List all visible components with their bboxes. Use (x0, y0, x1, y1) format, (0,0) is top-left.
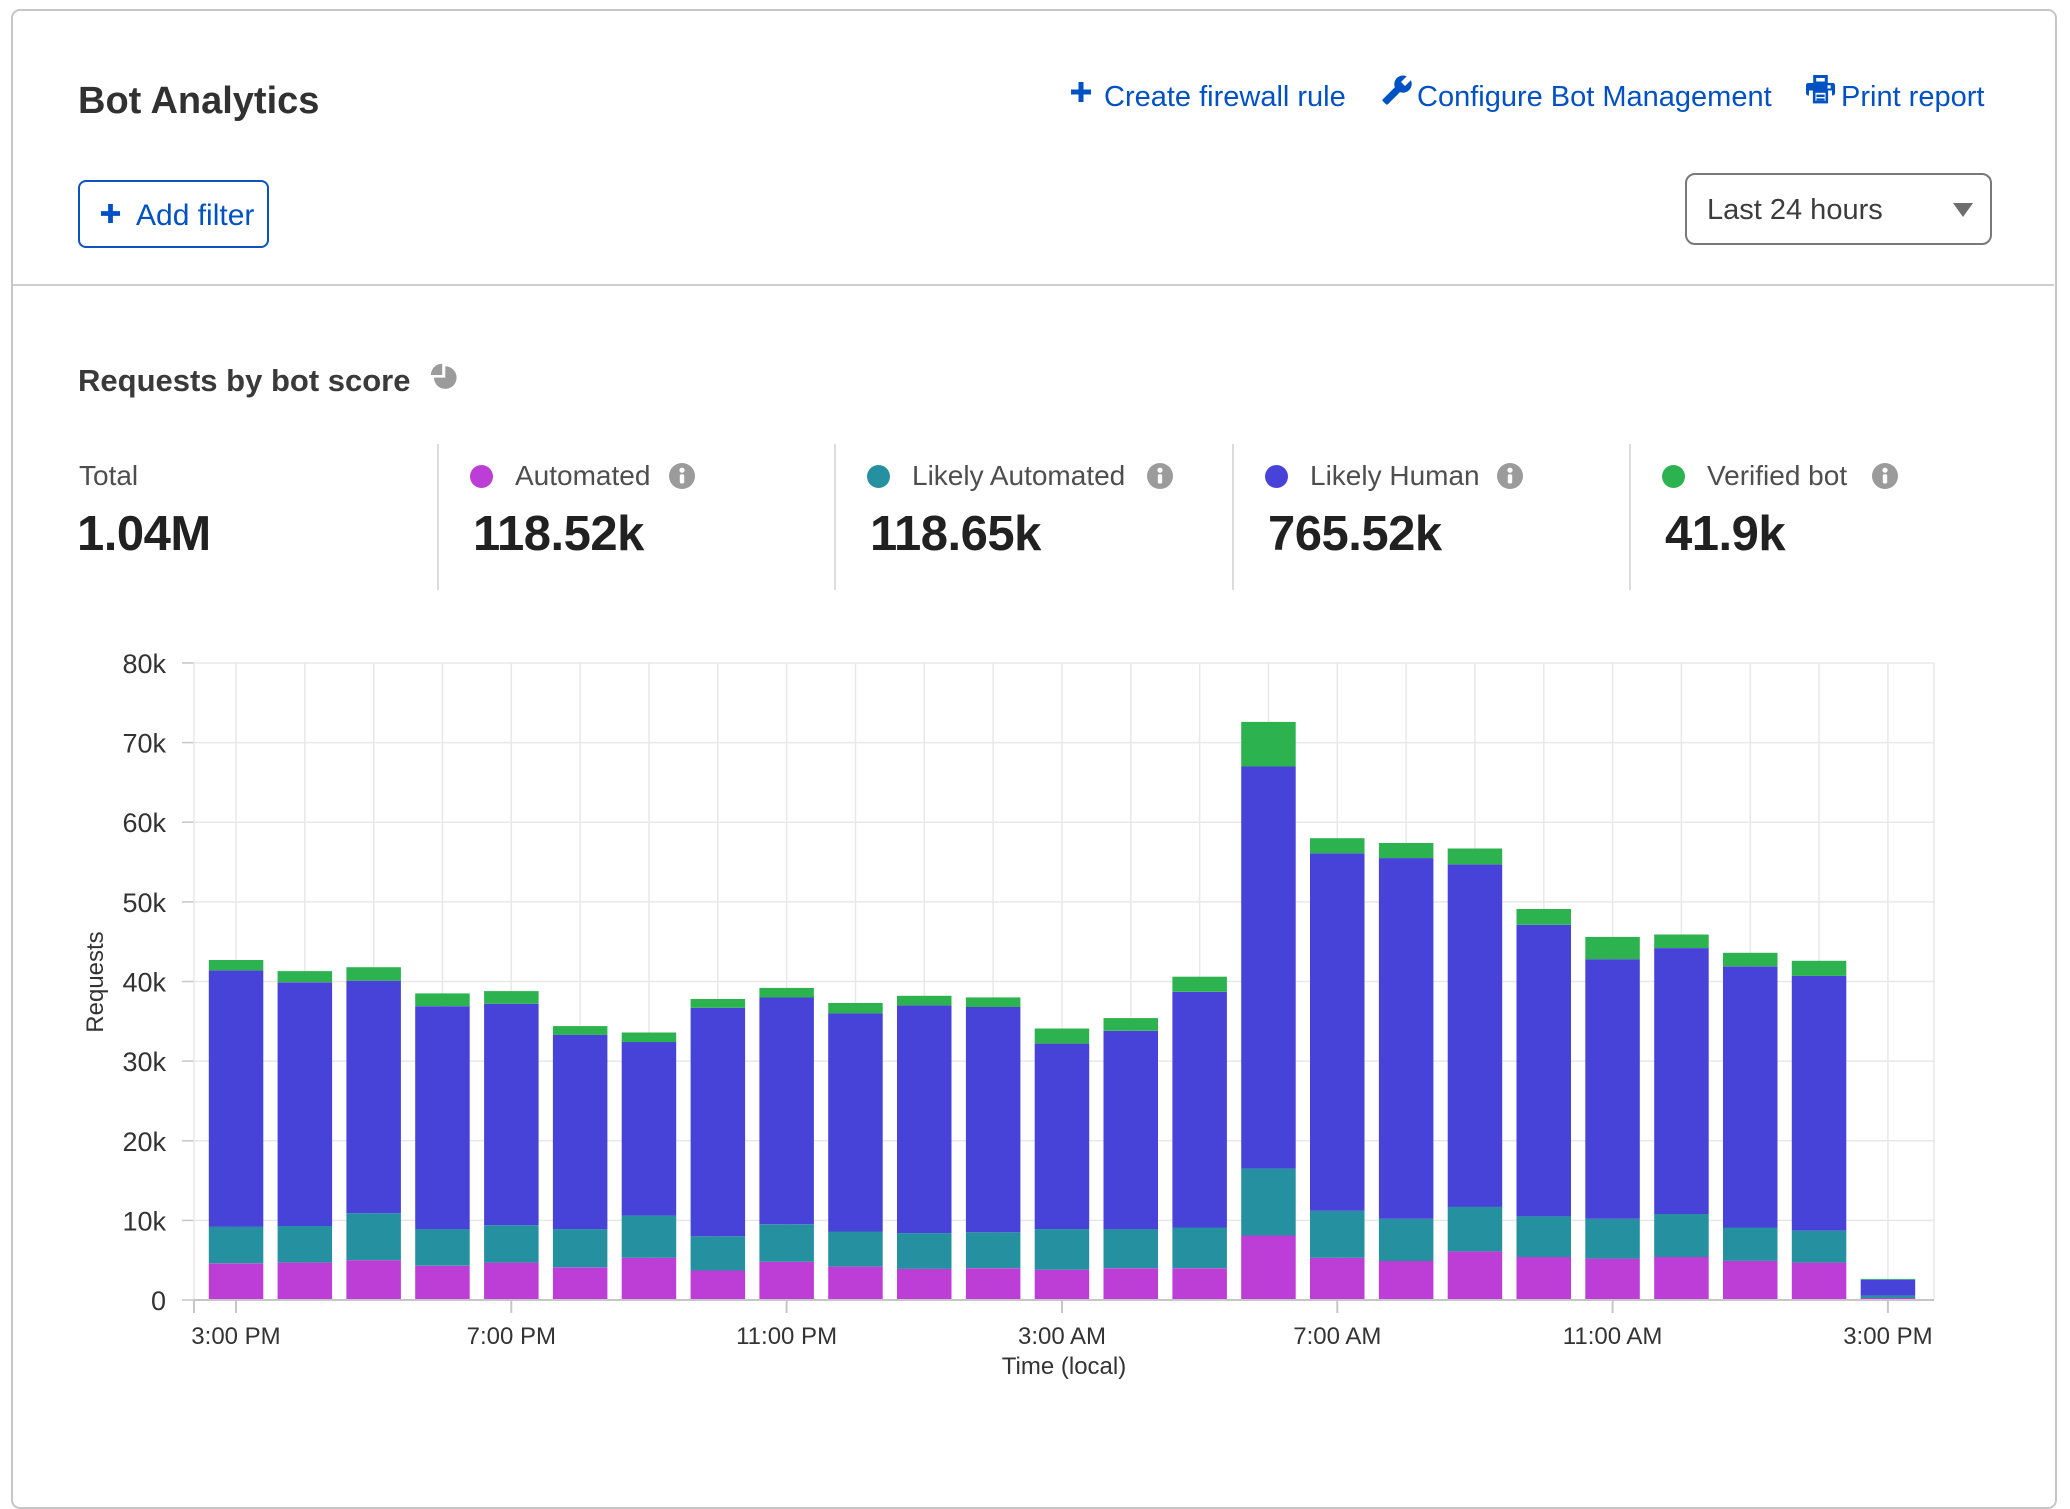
svg-text:0: 0 (151, 1286, 166, 1316)
svg-text:3:00 PM: 3:00 PM (191, 1323, 280, 1350)
svg-text:70k: 70k (122, 729, 166, 759)
svg-text:Requests: Requests (82, 931, 109, 1032)
svg-text:11:00 AM: 11:00 AM (1563, 1323, 1663, 1350)
svg-text:80k: 80k (122, 649, 166, 679)
svg-text:40k: 40k (122, 968, 166, 998)
svg-text:3:00 AM: 3:00 AM (1018, 1323, 1106, 1350)
svg-text:11:00 PM: 11:00 PM (736, 1323, 837, 1350)
svg-text:30k: 30k (122, 1047, 166, 1077)
svg-text:50k: 50k (122, 888, 166, 918)
svg-text:60k: 60k (122, 808, 166, 838)
svg-text:7:00 PM: 7:00 PM (467, 1323, 556, 1350)
svg-text:20k: 20k (122, 1127, 166, 1157)
svg-text:7:00 AM: 7:00 AM (1293, 1323, 1381, 1350)
svg-text:Time (local): Time (local) (1002, 1353, 1126, 1380)
svg-text:10k: 10k (122, 1206, 166, 1236)
svg-text:3:00 PM: 3:00 PM (1843, 1323, 1932, 1350)
